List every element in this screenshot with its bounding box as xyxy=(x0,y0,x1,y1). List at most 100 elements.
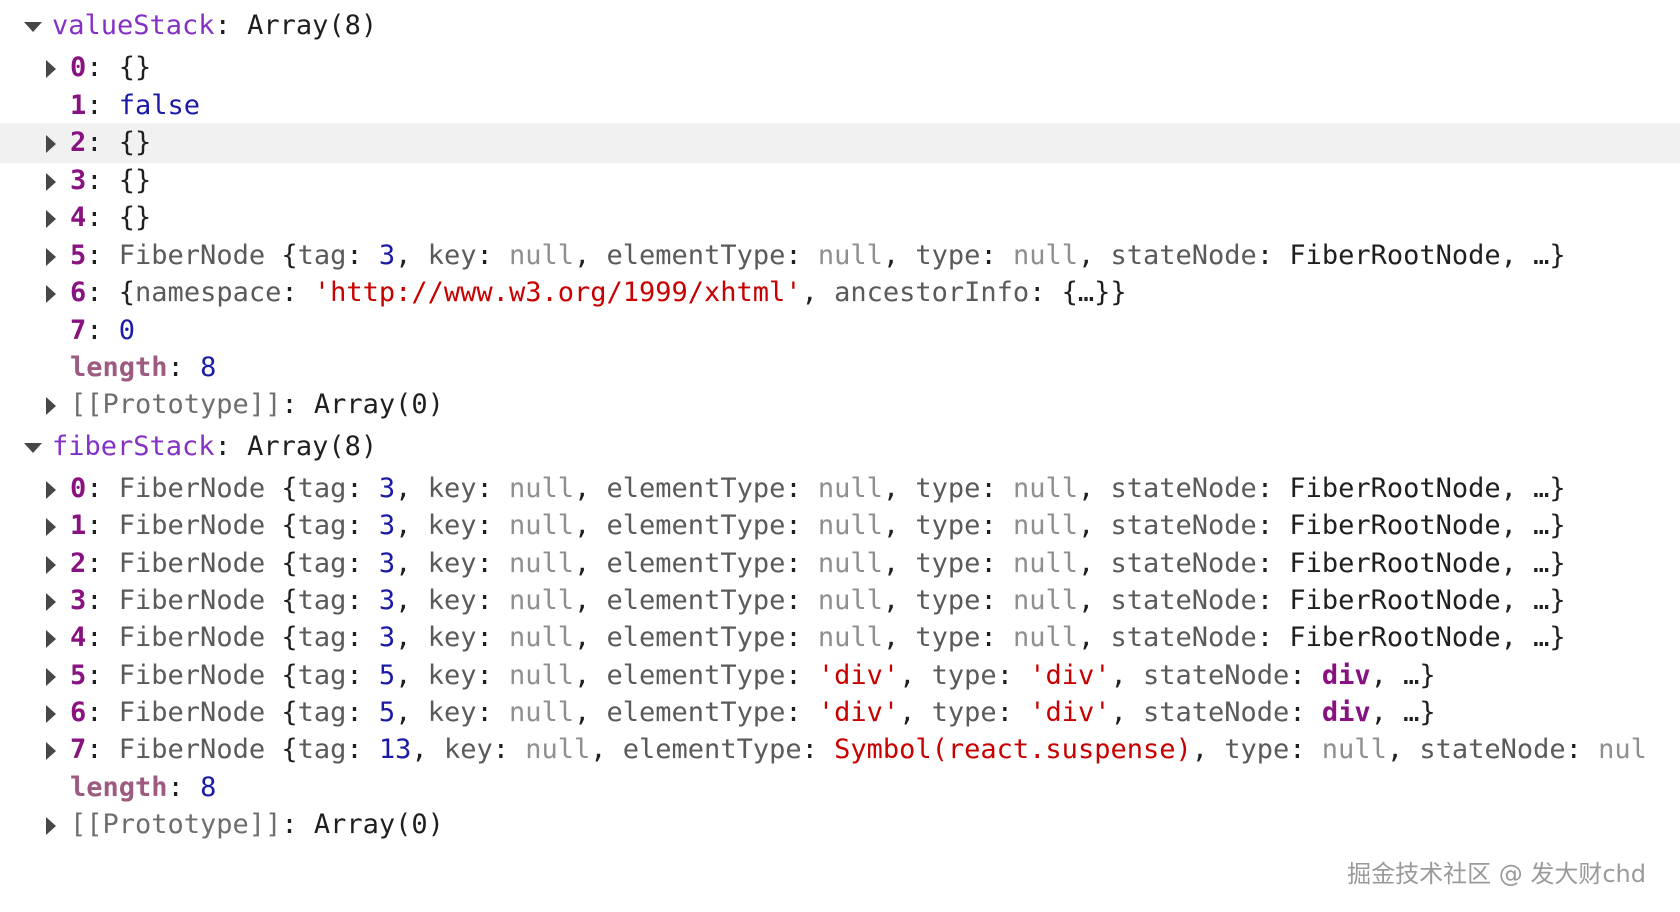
token-key: 6 xyxy=(70,697,87,728)
tree-row[interactable]: 7: FiberNode {tag: 13, key: null, elemen… xyxy=(0,730,1680,770)
token-plain: { xyxy=(281,697,298,728)
token-nul: null xyxy=(508,622,575,653)
tree-row[interactable]: 2: FiberNode {tag: 3, key: null, element… xyxy=(0,544,1680,584)
triangle-right-icon[interactable] xyxy=(46,630,56,648)
triangle-right-icon[interactable] xyxy=(46,60,56,78)
token-plain: : FiberRootNode, …} xyxy=(1256,548,1566,579)
token-plain: , xyxy=(395,622,428,653)
token-plain: : xyxy=(476,473,509,504)
triangle-right-icon[interactable] xyxy=(46,668,56,686)
token-nul: null xyxy=(817,548,883,579)
token-prop: stateNode xyxy=(1110,622,1257,653)
row-text: 0: {} xyxy=(70,48,151,88)
token-key: 1 xyxy=(70,90,87,121)
tree-row[interactable]: [[Prototype]]: Array(0) xyxy=(0,385,1680,425)
triangle-right-icon[interactable] xyxy=(46,285,56,303)
tree-row[interactable]: 0: {} xyxy=(0,48,1680,88)
triangle-right-icon[interactable] xyxy=(46,705,56,723)
tree-row[interactable]: 2: {} xyxy=(0,123,1680,163)
triangle-right-icon[interactable] xyxy=(46,248,56,266)
tree-row[interactable]: 5: FiberNode {tag: 3, key: null, element… xyxy=(0,236,1680,276)
triangle-right-icon[interactable] xyxy=(46,593,56,611)
token-prop: type xyxy=(931,697,997,728)
token-plain: : xyxy=(476,548,509,579)
token-plain: , xyxy=(1077,622,1111,653)
triangle-right-icon[interactable] xyxy=(46,481,56,499)
triangle-down-icon[interactable] xyxy=(24,22,42,32)
token-plain: , xyxy=(1110,660,1143,691)
token-ctor: FiberNode xyxy=(118,622,282,653)
token-plain: : xyxy=(167,772,201,803)
tree-row[interactable]: 4: {} xyxy=(0,198,1680,238)
token-nul: null xyxy=(508,548,575,579)
token-key: 2 xyxy=(70,548,87,579)
token-nul: nul xyxy=(1598,734,1647,765)
token-nul: null xyxy=(817,510,883,541)
token-plain: : xyxy=(86,90,119,121)
tree-root-row[interactable]: valueStack: Array(8) xyxy=(0,6,1680,46)
token-key: div xyxy=(1321,660,1371,691)
token-prop: elementType xyxy=(622,734,802,765)
token-prop: type xyxy=(915,585,981,616)
token-plain: : { xyxy=(86,277,136,308)
token-prop: elementType xyxy=(606,585,786,616)
token-plain: , xyxy=(395,240,428,271)
triangle-right-icon[interactable] xyxy=(46,742,56,760)
triangle-right-icon[interactable] xyxy=(46,173,56,191)
token-nul: null xyxy=(817,240,883,271)
tree-root-row[interactable]: fiberStack: Array(8) xyxy=(0,427,1680,467)
tree-row[interactable]: 6: FiberNode {tag: 5, key: null, element… xyxy=(0,693,1680,733)
token-plain: , xyxy=(882,585,916,616)
token-prop: stateNode xyxy=(1143,697,1290,728)
token-num: 5 xyxy=(378,660,396,691)
token-plain: : xyxy=(86,660,119,691)
token-plain: , xyxy=(395,548,428,579)
token-prop: elementType xyxy=(606,622,786,653)
token-plain: , xyxy=(882,240,916,271)
token-plain: : FiberRootNode, …} xyxy=(1256,585,1566,616)
token-plain: : xyxy=(801,734,835,765)
triangle-right-icon[interactable] xyxy=(46,210,56,228)
token-prop: tag xyxy=(297,473,347,504)
triangle-right-icon[interactable] xyxy=(46,556,56,574)
token-plain: , xyxy=(1077,585,1111,616)
token-plain: : xyxy=(86,473,119,504)
token-ctor: FiberNode xyxy=(118,585,282,616)
tree-row[interactable]: 5: FiberNode {tag: 5, key: null, element… xyxy=(0,656,1680,696)
token-plain: , xyxy=(395,510,428,541)
triangle-down-icon[interactable] xyxy=(24,443,42,453)
tree-row[interactable]: [[Prototype]]: Array(0) xyxy=(0,805,1680,845)
token-plain: , xyxy=(1191,734,1225,765)
token-prop: stateNode xyxy=(1143,660,1290,691)
tree-row[interactable]: 0: FiberNode {tag: 3, key: null, element… xyxy=(0,469,1680,509)
token-prop: type xyxy=(915,548,981,579)
tree-row[interactable]: 4: FiberNode {tag: 3, key: null, element… xyxy=(0,618,1680,658)
token-prop: key xyxy=(427,585,477,616)
token-plain: : xyxy=(346,585,379,616)
token-prop: key xyxy=(427,240,477,271)
token-prop: tag xyxy=(297,585,347,616)
triangle-right-icon[interactable] xyxy=(46,817,56,835)
token-plain: , xyxy=(801,277,835,308)
token-ctor: FiberNode xyxy=(118,240,282,271)
token-plain: { xyxy=(281,548,298,579)
token-prop: tag xyxy=(297,240,347,271)
triangle-right-icon[interactable] xyxy=(46,135,56,153)
row-text: length: 8 xyxy=(70,348,216,388)
token-key: 3 xyxy=(70,585,87,616)
tree-row[interactable]: 1: FiberNode {tag: 3, key: null, element… xyxy=(0,506,1680,546)
token-plain: : xyxy=(996,697,1030,728)
tree-row[interactable]: 6: {namespace: 'http://www.w3.org/1999/x… xyxy=(0,273,1680,313)
row-text: 3: {} xyxy=(70,161,151,201)
tree-row[interactable]: 3: {} xyxy=(0,161,1680,201)
token-plain: : {} xyxy=(86,52,152,83)
token-nul: null xyxy=(1012,473,1078,504)
triangle-right-icon[interactable] xyxy=(46,397,56,415)
tree-row[interactable]: 3: FiberNode {tag: 3, key: null, element… xyxy=(0,581,1680,621)
triangle-right-icon[interactable] xyxy=(46,518,56,536)
row-text: 7: 0 xyxy=(70,311,135,351)
token-ctor: FiberNode xyxy=(118,548,282,579)
token-plain: : xyxy=(346,622,379,653)
token-plain: : xyxy=(1289,734,1322,765)
row-text: length: 8 xyxy=(70,768,216,808)
